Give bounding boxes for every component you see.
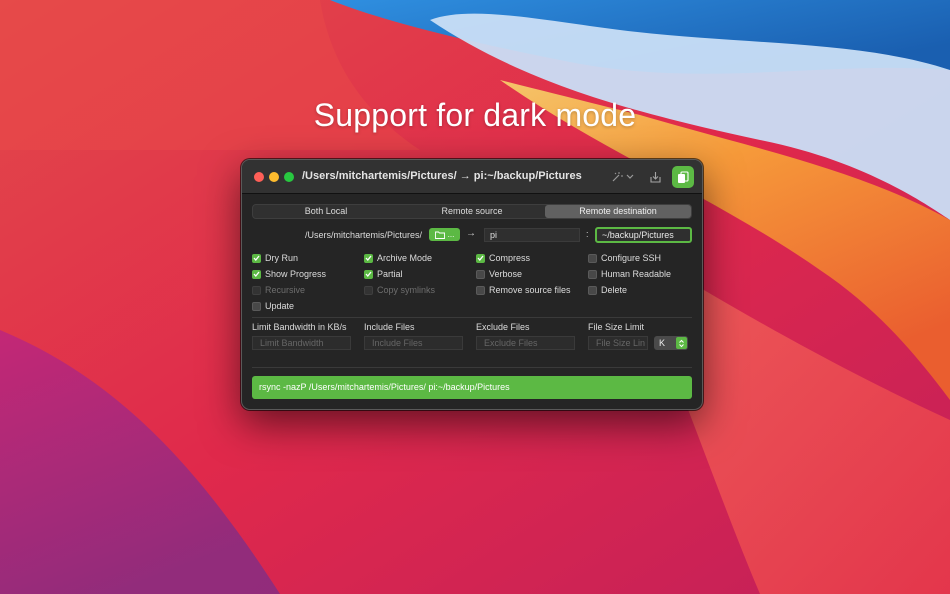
checkmark-icon: [365, 271, 372, 277]
checkbox-disabled: [252, 285, 261, 295]
exclude-files-input[interactable]: Exclude Files: [476, 336, 575, 350]
checkbox-checked[interactable]: [252, 269, 261, 279]
option-label: Configure SSH: [601, 253, 662, 263]
file-size-limit-input[interactable]: File Size Lin: [588, 336, 648, 350]
option-label: Recursive: [265, 285, 306, 295]
option-archive-mode[interactable]: Archive Mode: [364, 253, 432, 263]
include-files-label: Include Files: [364, 322, 415, 332]
bandwidth-label: Limit Bandwidth in KB/s: [252, 322, 347, 332]
path-row: /Users/mitchartemis/Pictures/ ... → pi :…: [242, 227, 702, 243]
checkmark-icon: [253, 255, 260, 261]
folder-icon: [434, 231, 445, 239]
checkbox-unchecked[interactable]: [476, 285, 485, 295]
option-remove-source-files[interactable]: Remove source files: [476, 285, 571, 295]
option-label: Copy symlinks: [377, 285, 436, 295]
option-label: Show Progress: [265, 269, 327, 279]
local-source-path: /Users/mitchartemis/Pictures/: [304, 230, 422, 240]
host-path-separator: :: [586, 229, 589, 239]
option-label: Human Readable: [601, 269, 672, 279]
titlebar: /Users/mitchartemis/Pictures/ → pi:~/bac…: [242, 160, 702, 194]
size-unit-value: K: [659, 338, 666, 348]
app-window: /Users/mitchartemis/Pictures/ → pi: ~/bac…: [241, 159, 703, 410]
magic-menu-button[interactable]: [606, 166, 640, 188]
option-label: Dry Run: [265, 253, 299, 263]
checkmark-icon: [477, 255, 484, 261]
download-button[interactable]: [644, 166, 666, 188]
include-files-input[interactable]: Include Files: [364, 336, 463, 350]
option-label: Remove source files: [489, 285, 571, 295]
checkmark-icon: [253, 271, 260, 277]
option-dry-run[interactable]: Dry Run: [252, 253, 298, 263]
close-button[interactable]: [254, 172, 264, 182]
remote-path-input[interactable]: ~/backup/Pictures: [595, 227, 692, 243]
checkbox-unchecked[interactable]: [252, 301, 261, 311]
checkbox-disabled: [364, 285, 373, 295]
checkbox-unchecked[interactable]: [588, 269, 597, 279]
checkbox-unchecked[interactable]: [588, 285, 597, 295]
option-partial[interactable]: Partial: [364, 269, 403, 279]
checkbox-unchecked[interactable]: [588, 253, 597, 263]
checkbox-unchecked[interactable]: [476, 269, 485, 279]
checkbox-checked[interactable]: [252, 253, 261, 263]
stepper-arrows-icon: [676, 337, 687, 349]
mode-remote-destination[interactable]: Remote destination: [545, 205, 691, 218]
option-configure-ssh[interactable]: Configure SSH: [588, 253, 661, 263]
remote-host-input[interactable]: pi: [484, 228, 580, 242]
option-label: Partial: [377, 269, 403, 279]
option-human-readable[interactable]: Human Readable: [588, 269, 671, 279]
option-label: Delete: [601, 285, 628, 295]
options-grid: Dry Run Show Progress Recursive Update A…: [252, 253, 692, 317]
rsync-command-output[interactable]: rsync -nazP /Users/mitchartemis/Pictures…: [252, 376, 692, 399]
magic-wand-icon: [612, 172, 634, 182]
option-label: Archive Mode: [377, 253, 433, 263]
size-unit-select[interactable]: K: [654, 336, 688, 350]
zoom-button[interactable]: [284, 172, 294, 182]
divider: [252, 367, 692, 368]
arrow-icon: →: [466, 228, 476, 239]
option-label: Verbose: [489, 269, 523, 279]
mode-remote-source[interactable]: Remote source: [399, 205, 545, 218]
minimize-button[interactable]: [269, 172, 279, 182]
choose-folder-button[interactable]: ...: [429, 228, 460, 241]
window-title: /Users/mitchartemis/Pictures/ → pi:~/bac…: [302, 170, 582, 182]
divider: [252, 317, 692, 318]
checkmark-icon: [365, 255, 372, 261]
option-label: Update: [265, 301, 295, 311]
option-verbose[interactable]: Verbose: [476, 269, 522, 279]
copy-command-button[interactable]: [672, 166, 694, 188]
checkbox-checked[interactable]: [364, 253, 373, 263]
download-icon: [649, 171, 661, 183]
option-update[interactable]: Update: [252, 301, 294, 311]
mode-both-local[interactable]: Both Local: [253, 205, 399, 218]
option-show-progress[interactable]: Show Progress: [252, 269, 326, 279]
mode-segmented-control: Both Local Remote source Remote destinat…: [252, 204, 692, 219]
checkbox-checked[interactable]: [364, 269, 373, 279]
headline: Support for dark mode: [313, 97, 637, 133]
option-delete[interactable]: Delete: [588, 285, 627, 295]
option-copy-symlinks: Copy symlinks: [364, 285, 435, 295]
checkbox-checked[interactable]: [476, 253, 485, 263]
exclude-files-label: Exclude Files: [476, 322, 530, 332]
folder-button-label: ...: [447, 230, 455, 239]
file-size-limit-label: File Size Limit: [588, 322, 645, 332]
bandwidth-input[interactable]: Limit Bandwidth: [252, 336, 351, 350]
limits-fields: Limit Bandwidth in KB/s Limit Bandwidth …: [252, 322, 692, 352]
copy-icon: [678, 170, 689, 183]
option-label: Compress: [489, 253, 531, 263]
option-compress[interactable]: Compress: [476, 253, 530, 263]
option-recursive: Recursive: [252, 285, 305, 295]
